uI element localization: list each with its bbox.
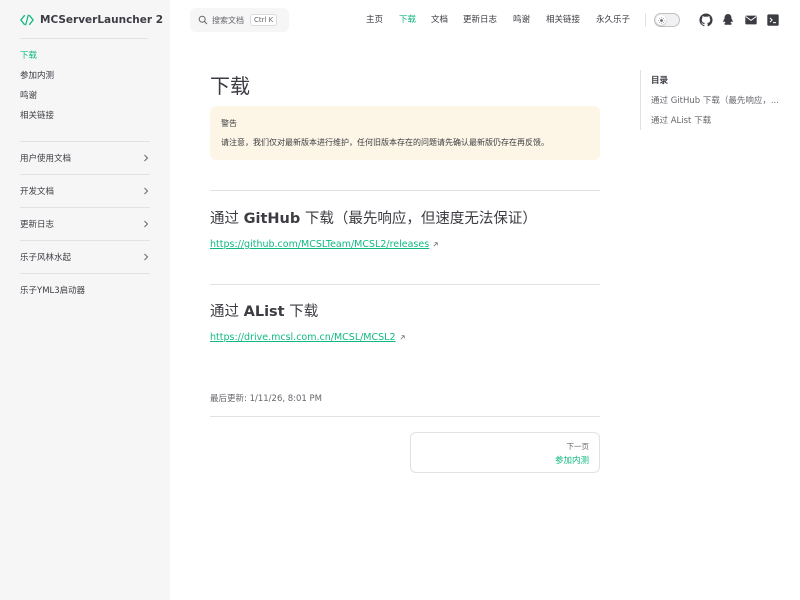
chevron-right-icon xyxy=(144,154,149,162)
chevron-right-icon xyxy=(144,220,149,228)
outline-item-alist[interactable]: 通过 AList 下载 xyxy=(651,114,786,126)
heading-suffix: 下载（最先响应，但速度无法保证） xyxy=(300,211,537,227)
nav-divider xyxy=(645,13,646,27)
nav-fun[interactable]: 永久乐子 xyxy=(596,13,630,27)
sidebar-links: 下载 参加内测 鸣谢 相关链接 xyxy=(20,50,150,130)
warning-callout: 警告 请注意，我们仅对最新版本进行维护，任何旧版本存在的问题请先确认最新版仍存在… xyxy=(210,106,600,160)
qq-icon[interactable] xyxy=(721,13,735,27)
sidebar-section-label: 更新日志 xyxy=(20,220,55,230)
sidebar-section-label: 乐子YML3启动器 xyxy=(20,286,86,296)
sidebar-section-yml3[interactable]: 乐子YML3启动器 xyxy=(20,273,150,306)
heading-bold: AList xyxy=(243,304,285,320)
search-placeholder: 搜索文档 xyxy=(212,15,244,25)
sidebar-item-beta[interactable]: 参加内测 xyxy=(20,70,150,90)
heading-suffix: 下载 xyxy=(284,304,319,320)
chevron-right-icon xyxy=(144,187,149,195)
nav-thanks[interactable]: 鸣谢 xyxy=(513,13,530,27)
sidebar: MCServerLauncher 2 下载 参加内测 鸣谢 相关链接 用户使用文… xyxy=(0,0,170,600)
site-title: MCServerLauncher 2 xyxy=(40,14,164,26)
sidebar-section-changelog[interactable]: 更新日志 xyxy=(20,207,150,240)
outline-title: 目录 xyxy=(651,76,669,86)
sidebar-divider xyxy=(20,38,148,39)
sidebar-item-related-links[interactable]: 相关链接 xyxy=(20,110,150,130)
page-title: 下载 xyxy=(210,74,250,98)
theme-toggle[interactable] xyxy=(654,13,680,27)
nav-changelog[interactable]: 更新日志 xyxy=(463,13,497,27)
sun-icon xyxy=(657,16,665,24)
sidebar-section-dev-docs[interactable]: 开发文档 xyxy=(20,174,150,207)
chevron-right-icon xyxy=(144,253,149,261)
outline-item-github[interactable]: 通过 GitHub 下载（最先响应，... xyxy=(651,94,786,106)
next-page-button[interactable]: 下一页 参加内测 xyxy=(410,432,600,473)
sidebar-section-user-docs[interactable]: 用户使用文档 xyxy=(20,141,150,174)
section-heading-alist: 通过 AList 下载 xyxy=(210,300,318,321)
link-text: https://drive.mcsl.com.cn/MCSL/MCSL2 xyxy=(210,332,396,343)
section-heading-github: 通过 GitHub 下载（最先响应，但速度无法保证） xyxy=(210,207,537,228)
heading-prefix: 通过 xyxy=(210,211,244,227)
nav-home[interactable]: 主页 xyxy=(366,13,383,27)
sidebar-section-fun[interactable]: 乐子风林水起 xyxy=(20,240,150,273)
sidebar-section-label: 乐子风林水起 xyxy=(20,253,72,263)
logo-icon xyxy=(20,14,34,26)
next-page-title: 参加内测 xyxy=(554,456,589,466)
alist-drive-link[interactable]: https://drive.mcsl.com.cn/MCSL/MCSL2 xyxy=(210,332,406,343)
last-updated-value: 1/11/26, 8:01 PM xyxy=(249,394,322,404)
nav-docs[interactable]: 文档 xyxy=(431,13,448,27)
page-outline: 目录 通过 GitHub 下载（最先响应，... 通过 AList 下载 xyxy=(640,70,790,130)
external-link-icon xyxy=(433,242,438,247)
footer-divider xyxy=(210,416,600,417)
theme-toggle-knob xyxy=(656,15,666,25)
heading-bold: GitHub xyxy=(243,211,301,227)
terminal-icon[interactable] xyxy=(766,13,780,27)
warning-title: 警告 xyxy=(221,119,237,128)
mail-icon[interactable] xyxy=(744,13,758,27)
sidebar-section-label: 用户使用文档 xyxy=(20,154,72,164)
link-text: https://github.com/MCSLTeam/MCSL2/releas… xyxy=(210,239,430,250)
nav-download[interactable]: 下载 xyxy=(399,13,416,27)
last-updated: 最后更新: 1/11/26, 8:01 PM xyxy=(210,392,322,404)
last-updated-label: 最后更新: xyxy=(210,394,247,404)
section-divider xyxy=(210,190,600,191)
next-page-label: 下一页 xyxy=(566,442,590,451)
sidebar-item-download[interactable]: 下载 xyxy=(20,50,150,70)
section-divider xyxy=(210,284,600,285)
search-shortcut: Ctrl K xyxy=(250,14,278,26)
heading-prefix: 通过 xyxy=(210,304,244,320)
sidebar-section-label: 开发文档 xyxy=(20,187,55,197)
sidebar-item-thanks[interactable]: 鸣谢 xyxy=(20,90,150,110)
external-link-icon xyxy=(400,335,405,340)
warning-body: 请注意，我们仅对最新版本进行维护，任何旧版本存在的问题请先确认最新版仍存在再反馈… xyxy=(221,138,549,147)
github-icon[interactable] xyxy=(699,13,713,27)
search-icon xyxy=(198,15,208,25)
github-release-link[interactable]: https://github.com/MCSLTeam/MCSL2/releas… xyxy=(210,239,439,250)
site-logo[interactable]: MCServerLauncher 2 xyxy=(20,11,163,29)
search-button[interactable]: 搜索文档 Ctrl K xyxy=(190,8,289,32)
nav-related-links[interactable]: 相关链接 xyxy=(546,13,580,27)
